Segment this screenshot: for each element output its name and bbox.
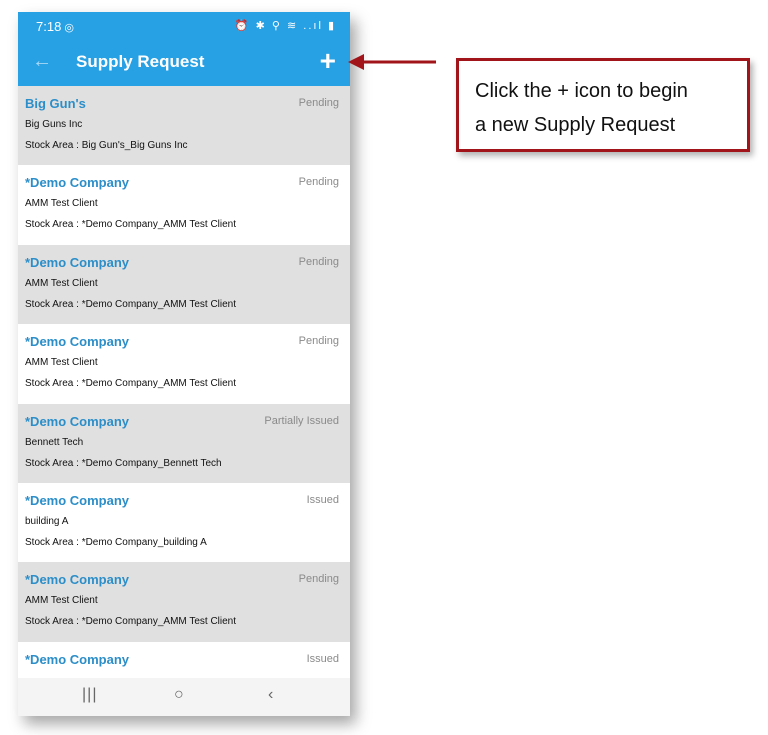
system-nav-bar: ||| ○ ‹ (18, 678, 350, 716)
supply-request-list: Big Gun's Pending Big Guns Inc Stock Are… (18, 86, 350, 716)
request-status: Pending (298, 176, 339, 189)
request-company: *Demo Company (25, 175, 130, 191)
request-company: Big Gun's (25, 96, 86, 111)
request-status: Issued (306, 652, 339, 665)
request-status: Issued (306, 493, 339, 506)
request-client: Big Guns Inc (25, 119, 83, 130)
request-stock-area: Stock Area : *Demo Company_AMM Test Clie… (25, 378, 237, 390)
request-stock-area: Stock Area : *Demo Company_AMM Test Clie… (25, 219, 237, 231)
request-item[interactable]: Big Gun's Pending Big Guns Inc Stock Are… (18, 86, 350, 166)
request-stock-area: Stock Area : *Demo Company_Bennett Tech (25, 457, 222, 469)
request-stock-area: Stock Area : *Demo Company_AMM Test Clie… (25, 298, 237, 310)
back-arrow-icon[interactable]: ← (32, 50, 52, 73)
request-item[interactable]: *Demo Company Pending AMM Test Client St… (18, 165, 350, 245)
request-item[interactable]: *Demo Company Pending AMM Test Client St… (18, 244, 350, 325)
request-client: AMM Test Client (25, 277, 98, 289)
request-company: *Demo Company (25, 334, 130, 350)
request-item[interactable]: *Demo Company Pending AMM Test Client St… (18, 562, 350, 642)
request-company: *Demo Company (25, 651, 130, 667)
status-icons: ⏰ ✱ ⚲ ≋ ..ıl ▮ (234, 20, 336, 32)
request-company: *Demo Company (25, 254, 130, 270)
request-item[interactable]: *Demo Company Issued building A Stock Ar… (18, 482, 350, 563)
status-time: 7:18 ◎ (36, 19, 74, 34)
request-company: *Demo Company (25, 572, 130, 588)
instruction-callout: Click the + icon to begin a new Supply R… (456, 58, 750, 152)
callout-line-2: a new Supply Request (475, 114, 676, 136)
request-client: AMM Test Client (25, 198, 98, 210)
add-request-button[interactable]: + (320, 44, 336, 78)
page-title: Supply Request (76, 52, 205, 71)
phone-screen: 7:18 ◎ ⏰ ✱ ⚲ ≋ ..ıl ▮ ← Supply Request + … (18, 12, 350, 716)
request-status: Pending (298, 255, 339, 268)
request-client: AMM Test Client (25, 595, 98, 607)
request-status: Pending (298, 573, 339, 586)
request-status: Pending (298, 97, 339, 109)
request-status: Pending (298, 335, 339, 348)
request-status: Partially Issued (264, 414, 339, 427)
request-item[interactable]: *Demo Company Pending AMM Test Client St… (18, 324, 350, 404)
request-item[interactable]: *Demo Company Partially Issued Bennett T… (18, 403, 350, 483)
request-client: Bennett Tech (25, 436, 84, 448)
instagram-icon: ◎ (64, 22, 74, 34)
request-company: *Demo Company (25, 492, 130, 508)
request-client: AMM Test Client (25, 357, 98, 369)
nav-back-icon[interactable]: ‹ (268, 686, 273, 704)
pointer-arrow-icon (348, 54, 436, 70)
request-stock-area: Stock Area : Big Gun's_Big Guns Inc (25, 140, 188, 151)
request-client: building A (25, 515, 69, 527)
callout-line-1: Click the + icon to begin (475, 80, 688, 102)
request-stock-area: Stock Area : *Demo Company_building A (25, 536, 207, 548)
app-bar: ← Supply Request + (18, 40, 350, 86)
home-icon[interactable]: ○ (174, 686, 184, 704)
recent-apps-icon[interactable]: ||| (82, 686, 97, 704)
status-bar: 7:18 ◎ ⏰ ✱ ⚲ ≋ ..ıl ▮ (18, 12, 350, 40)
request-stock-area: Stock Area : *Demo Company_AMM Test Clie… (25, 616, 237, 628)
